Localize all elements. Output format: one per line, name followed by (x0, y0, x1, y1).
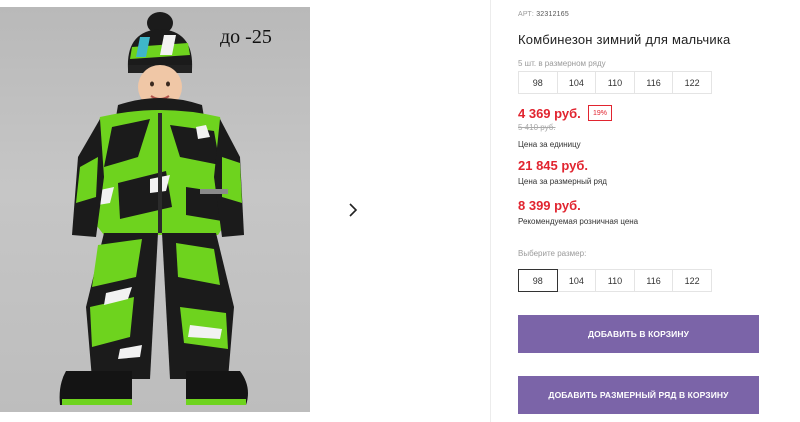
pack-price-caption: Цена за размерный ряд (518, 177, 607, 186)
size-selector: 98 104 110 116 122 (518, 269, 712, 292)
article-prefix: АРТ: (518, 11, 535, 18)
rrp-price-caption: Рекомендуемая розничная цена (518, 217, 639, 226)
size-option-116[interactable]: 116 (633, 269, 674, 292)
pack-size-98: 98 (518, 71, 558, 94)
rrp-price: 8 399 руб. (518, 198, 581, 213)
old-price: 5 410 руб. (518, 123, 556, 132)
unit-price-caption: Цена за единицу (518, 140, 581, 149)
kid-in-snowsuit-image (59, 12, 248, 405)
column-divider (490, 0, 491, 422)
gallery-next-button[interactable] (334, 191, 371, 228)
add-pack-to-cart-button[interactable]: ДОБАВИТЬ РАЗМЕРНЫЙ РЯД В КОРЗИНУ (518, 376, 759, 414)
pack-size-122: 122 (672, 71, 712, 94)
product-gallery: до -25 (0, 0, 490, 422)
article-code: 32312165 (536, 11, 569, 18)
choose-size-label: Выберите размер: (518, 249, 587, 258)
unit-price: 4 369 руб. (518, 106, 581, 121)
size-option-98[interactable]: 98 (518, 269, 558, 292)
pack-size-116: 116 (633, 71, 674, 94)
temperature-label: до -25 (220, 26, 272, 48)
chevron-right-icon (348, 202, 357, 217)
size-option-104[interactable]: 104 (556, 269, 597, 292)
pack-size-104: 104 (556, 71, 597, 94)
article-number: АРТ: 32312165 (518, 11, 569, 18)
pack-price: 21 845 руб. (518, 158, 589, 173)
add-to-cart-button[interactable]: ДОБАВИТЬ В КОРЗИНУ (518, 315, 759, 353)
product-photo[interactable] (0, 7, 310, 412)
size-option-110[interactable]: 110 (595, 269, 635, 292)
pack-size-110: 110 (595, 71, 635, 94)
pack-size-row: 98 104 110 116 122 (518, 71, 712, 94)
discount-badge: 19% (588, 105, 613, 121)
size-option-122[interactable]: 122 (672, 269, 712, 292)
pack-size-label: 5 шт. в размерном ряду (518, 59, 606, 68)
product-title: Комбинезон зимний для мальчика (518, 32, 731, 47)
product-info: АРТ: 32312165 Комбинезон зимний для маль… (518, 0, 800, 422)
